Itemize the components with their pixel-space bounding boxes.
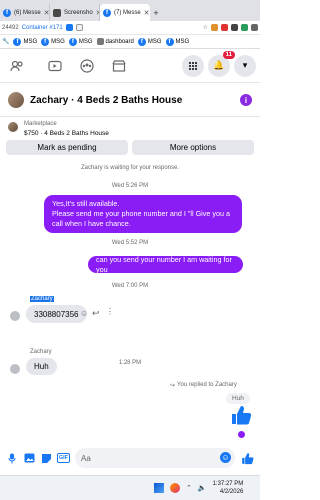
like-button[interactable] — [240, 451, 254, 465]
outgoing-message[interactable]: can you send your number I am waiting fo… — [88, 255, 243, 274]
notifications-button[interactable]: 🔔 11 — [208, 50, 235, 77]
more-icon[interactable]: ⋮ — [106, 307, 114, 316]
tab-label: Screensho — [64, 9, 93, 16]
microphone-icon[interactable] — [6, 452, 18, 464]
waiting-notice: Zachary is waiting for your response. — [80, 165, 180, 171]
close-icon[interactable]: ✕ — [144, 9, 150, 17]
gallery-icon[interactable] — [23, 452, 35, 464]
chevron-down-icon: ▾ — [242, 60, 248, 70]
bookmark-msg[interactable]: f MSG — [13, 37, 37, 46]
browser-tab-strip: f (6) Messe ✕ Screensho ✕ f (7) Messe ✕ … — [0, 0, 260, 21]
facebook-icon: f — [68, 37, 77, 46]
marketplace-icon[interactable] — [106, 53, 132, 79]
bookmark-msg[interactable]: f MSG — [41, 37, 65, 46]
menu-grid-icon[interactable] — [182, 54, 204, 77]
mark-as-pending-button[interactable]: Mark as pending — [6, 140, 128, 155]
chevron-up-icon[interactable]: ⌃ — [186, 484, 192, 492]
avatar[interactable] — [10, 311, 20, 321]
avatar[interactable] — [10, 364, 20, 374]
facebook-nav: 🔔 11 ▾ — [0, 49, 260, 83]
facebook-icon: f — [103, 8, 111, 17]
facebook-icon: f — [3, 8, 11, 17]
page-icon — [96, 38, 104, 45]
chat-title[interactable]: Zachary · 4 Beds 2 Baths House — [30, 95, 182, 106]
incoming-message[interactable]: 3308807356 — [26, 305, 87, 323]
extension-icon[interactable] — [241, 24, 248, 31]
tab-label: (6) Messe — [14, 9, 41, 16]
new-tab-button[interactable]: + — [150, 4, 162, 21]
address-bar[interactable]: 24492 Container #171 ☆ — [0, 21, 260, 35]
bookmark-dashboard[interactable]: dashboard — [96, 38, 134, 45]
browser-tab-2[interactable]: Screensho ✕ — [50, 4, 100, 21]
extension-icon[interactable] — [211, 24, 218, 31]
facebook-icon: f — [165, 37, 174, 46]
reply-quote[interactable]: Huh — [226, 393, 250, 404]
bookmark-msg[interactable]: f MSG — [137, 37, 162, 46]
gif-icon[interactable]: GIF — [57, 453, 70, 463]
seen-avatar — [238, 431, 245, 438]
firefox-icon[interactable] — [170, 483, 180, 493]
account-button[interactable]: ▾ — [234, 54, 256, 77]
more-options-button[interactable]: More options — [132, 140, 254, 155]
timestamp: Wed 5:26 PM — [111, 183, 149, 189]
like-icon[interactable] — [230, 404, 252, 426]
video-icon[interactable] — [42, 53, 68, 79]
listing-category: Marketplace — [24, 121, 57, 127]
avatar[interactable] — [8, 92, 24, 108]
bell-icon: 🔔 — [213, 60, 225, 70]
outgoing-message[interactable]: Yes,It's still available. Please send me… — [44, 195, 242, 233]
browser-tab-1[interactable]: f (6) Messe ✕ — [0, 4, 50, 21]
wrench-icon[interactable]: 🔧 — [2, 38, 9, 45]
bookmarks-bar: 🔧 f MSG f MSG f MSG dashboard f MSG f MSG — [0, 35, 260, 49]
sender-name: Zachary — [30, 296, 54, 302]
clock[interactable]: 1:37:27 PM 4/2/2026 — [213, 480, 244, 496]
reply-icon[interactable]: ↩ — [92, 308, 100, 319]
close-icon[interactable]: ✕ — [44, 9, 49, 17]
speaker-icon[interactable]: 🔈 — [198, 484, 207, 492]
notification-badge: 11 — [222, 50, 235, 59]
listing-thumbnail[interactable] — [8, 122, 18, 132]
clock-time: 1:37:27 PM — [212, 481, 244, 487]
message-composer: GIF Aa ☺ — [0, 441, 260, 475]
timestamp: Wed 5:52 PM — [111, 240, 149, 246]
bookmark-msg[interactable]: f MSG — [68, 37, 93, 46]
url-fragment: 24492 — [2, 24, 19, 31]
container-label: Container #171 — [21, 24, 63, 31]
message-input[interactable]: Aa ☺ — [75, 448, 235, 468]
listing-card: Marketplace $750 · 4 Beds 2 Baths House … — [6, 118, 254, 160]
browser-tab-3[interactable]: f (7) Messe ✕ — [100, 4, 150, 21]
clock-date: 4/2/2026 — [219, 489, 244, 495]
groups-icon[interactable] — [74, 53, 100, 79]
emoji-icon[interactable]: ☺ — [220, 452, 231, 463]
incoming-message[interactable]: Huh — [26, 358, 57, 375]
reply-indicator: ↪ You replied to Zachary — [170, 382, 237, 389]
facebook-icon — [65, 24, 73, 31]
taskbar: ⌃ 🔈 1:37:27 PM 4/2/2026 — [0, 475, 260, 500]
sender-name: Zachary — [30, 349, 52, 355]
react-icon[interactable]: ☺ — [80, 309, 88, 318]
facebook-icon: f — [13, 37, 22, 46]
star-icon[interactable]: ☆ — [203, 24, 208, 31]
facebook-icon: f — [41, 37, 50, 46]
sticker-icon[interactable] — [40, 452, 52, 464]
tab-label: (7) Messe — [114, 9, 141, 16]
bookmark-msg[interactable]: f MSG — [165, 37, 189, 46]
facebook-icon: f — [137, 37, 146, 46]
screenshot-icon — [53, 8, 61, 17]
extension-icon[interactable] — [231, 24, 238, 31]
friends-icon[interactable] — [4, 53, 30, 79]
info-icon[interactable]: i — [240, 94, 252, 106]
reply-icon: ↪ — [170, 383, 176, 389]
windows-start-icon[interactable] — [154, 483, 164, 493]
extension-icon[interactable] — [251, 24, 258, 31]
extension-icon[interactable] — [221, 24, 228, 31]
chat-header: Zachary · 4 Beds 2 Baths House i — [0, 84, 260, 117]
reader-icon[interactable] — [75, 24, 83, 31]
listing-name[interactable]: $750 · 4 Beds 2 Baths House — [24, 130, 109, 137]
timestamp: Wed 7:00 PM — [111, 283, 149, 289]
